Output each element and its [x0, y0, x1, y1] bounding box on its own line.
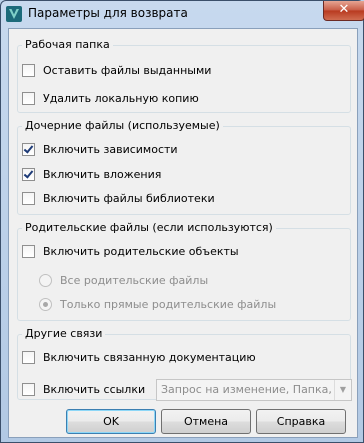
group-working-folder: Рабочая папка Оставить файлы выданными У…: [17, 38, 351, 113]
group-children: Дочерние файлы (используемые) Включить з…: [17, 119, 351, 215]
links-type-dropdown[interactable]: Запрос на изменение, Папка, ... ▼: [156, 379, 352, 401]
direct-parents-radio[interactable]: [39, 297, 52, 311]
group-title-children: Дочерние файлы (используемые): [22, 119, 223, 132]
keep-checked-out-option[interactable]: Оставить файлы выданными: [22, 62, 211, 78]
vault-app-icon: [6, 6, 22, 22]
include-attachments-checkbox[interactable]: [22, 167, 35, 181]
group-title-parents: Родительские файлы (если используются): [22, 221, 276, 234]
dialog-client-area: Рабочая папка Оставить файлы выданными У…: [8, 28, 358, 438]
include-attachments-option[interactable]: Включить вложения: [22, 166, 161, 182]
include-links-checkbox[interactable]: [22, 382, 35, 396]
links-type-value: Запрос на изменение, Папка, ...: [161, 383, 333, 396]
ok-button[interactable]: OK: [66, 409, 156, 434]
include-linked-docs-checkbox[interactable]: [22, 350, 35, 364]
include-dependencies-checkbox[interactable]: [22, 142, 35, 156]
close-icon: ✕: [338, 2, 350, 17]
title-bar[interactable]: Параметры для возврата ✕: [1, 1, 364, 27]
include-parents-option[interactable]: Включить родительские объекты: [22, 243, 239, 259]
all-parents-label: Все родительские файлы: [60, 273, 209, 287]
include-linked-docs-label: Включить связанную документацию: [43, 350, 256, 364]
include-attachments-label: Включить вложения: [43, 167, 162, 181]
delete-local-copy-checkbox[interactable]: [22, 91, 35, 105]
chevron-down-icon[interactable]: ▼: [334, 380, 351, 400]
include-parents-checkbox[interactable]: [22, 244, 35, 258]
direct-parents-label: Только прямые родительские файлы: [60, 297, 277, 311]
group-title-other-links: Другие связи: [22, 327, 106, 340]
delete-local-copy-label: Удалить локальную копию: [43, 91, 199, 105]
include-linked-docs-option[interactable]: Включить связанную документацию: [22, 349, 256, 365]
close-button[interactable]: ✕: [323, 1, 364, 21]
cancel-button-label: Отмена: [183, 415, 229, 428]
keep-checked-out-label: Оставить файлы выданными: [43, 63, 212, 77]
window-title: Параметры для возврата: [28, 6, 188, 20]
direct-parents-option[interactable]: Только прямые родительские файлы: [39, 296, 276, 312]
help-button-label: Справка: [276, 415, 326, 428]
help-button[interactable]: Справка: [256, 409, 346, 434]
all-parents-option[interactable]: Все родительские файлы: [39, 272, 208, 288]
keep-checked-out-checkbox[interactable]: [22, 63, 35, 77]
group-title-working-folder: Рабочая папка: [22, 38, 113, 51]
include-library-files-label: Включить файлы библиотеки: [43, 191, 215, 205]
cancel-button[interactable]: Отмена: [161, 409, 251, 434]
include-dependencies-label: Включить зависимости: [43, 142, 178, 156]
dialog-window: Параметры для возврата ✕ Рабочая папка О…: [0, 0, 364, 443]
include-library-files-option[interactable]: Включить файлы библиотеки: [22, 190, 215, 206]
include-links-label: Включить ссылки: [43, 382, 146, 396]
ok-button-label: OK: [103, 415, 119, 428]
group-other-links: Другие связи Включить связанную документ…: [17, 327, 352, 401]
all-parents-radio[interactable]: [39, 273, 52, 287]
include-links-option[interactable]: Включить ссылки: [22, 381, 145, 397]
delete-local-copy-option[interactable]: Удалить локальную копию: [22, 90, 199, 106]
group-parents: Родительские файлы (если используются) В…: [17, 221, 351, 321]
include-dependencies-option[interactable]: Включить зависимости: [22, 141, 178, 157]
include-library-files-checkbox[interactable]: [22, 191, 35, 205]
include-parents-label: Включить родительские объекты: [43, 244, 239, 258]
